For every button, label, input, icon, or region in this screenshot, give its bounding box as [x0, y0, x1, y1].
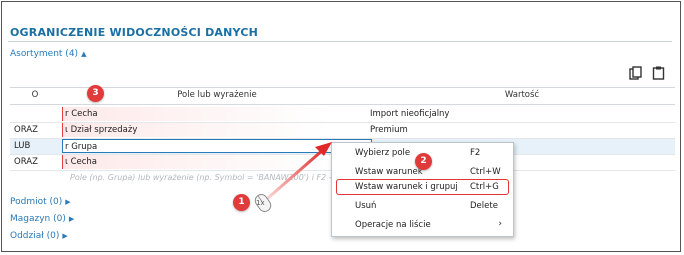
triangle-right-icon: ▶ [65, 198, 71, 206]
copy-icon[interactable] [629, 66, 642, 80]
triangle-right-icon: ▶ [62, 232, 68, 240]
row-expression-text: ι Cecha [65, 157, 98, 167]
section-asortyment-label: Asortyment (4) [10, 49, 79, 59]
table-row[interactable]: ORAZ ι Dział sprzedaży Premium [10, 123, 675, 139]
row-expression-text: r Grupa [65, 142, 98, 152]
table-row[interactable]: r Cecha Import nieoficjalny [10, 107, 675, 123]
grid-header: O Pole lub wyrażenie Wartość [10, 87, 675, 105]
menu-item-shortcut: Ctrl+G [470, 182, 499, 192]
row-expression[interactable]: ι Cecha [62, 155, 373, 169]
triangle-up-icon: ▲ [81, 50, 87, 58]
step-badge-2: 2 [415, 153, 432, 170]
menu-item-operacje-na-liscie[interactable]: Operacje na liście › [332, 217, 513, 233]
header-value: Wartość [504, 90, 540, 100]
triangle-right-icon: ▶ [68, 215, 75, 223]
title-divider [8, 41, 672, 42]
menu-item-usun[interactable]: Usuń Delete [332, 198, 513, 214]
row-operator: LUB [14, 141, 31, 151]
menu-item-label: Operacje na liście [355, 220, 431, 230]
click-count-label: 1x [256, 199, 265, 207]
row-operator: ORAZ [14, 157, 38, 167]
row-value: Import nieoficjalny [370, 109, 450, 119]
header-expression: Pole lub wyrażenie [177, 90, 257, 100]
row-expression[interactable]: ι Dział sprzedaży [62, 123, 373, 137]
menu-item-label: Wybierz pole [355, 148, 411, 158]
new-row-placeholder: Pole (np. Grupa) lub wyrażenie (np. Symb… [70, 173, 366, 182]
step-badge-1: 1 [233, 194, 250, 211]
page-title: OGRANICZENIE WIDOCZNOŚCI DANYCH [10, 26, 259, 39]
menu-item-shortcut: Ctrl+W [470, 167, 501, 177]
section-podmiot[interactable]: Podmiot (0) ▶ [10, 197, 71, 207]
menu-item-label: Wstaw warunek i grupuj [355, 182, 458, 192]
menu-item-shortcut: F2 [470, 148, 481, 158]
panel-frame: OGRANICZENIE WIDOCZNOŚCI DANYCH Asortyme… [1, 1, 681, 252]
section-asortyment[interactable]: Asortyment (4) ▲ [10, 49, 86, 59]
chevron-right-icon: › [498, 219, 502, 229]
section-magazyn-label: Magazyn (0) [10, 214, 66, 224]
section-oddzial[interactable]: Oddział (0) ▶ [10, 231, 68, 241]
menu-item-wstaw-warunek-i-grupuj[interactable]: Wstaw warunek i grupuj Ctrl+G [336, 179, 509, 195]
row-expression[interactable]: r Cecha [62, 107, 373, 121]
row-expression-editor[interactable]: r Grupa [62, 139, 372, 153]
section-podmiot-label: Podmiot (0) [10, 197, 63, 207]
row-operator: ORAZ [14, 125, 38, 135]
row-expression-text: r Cecha [65, 109, 98, 119]
row-expression-text: ι Dział sprzedaży [65, 125, 138, 135]
menu-item-shortcut: Delete [470, 201, 498, 211]
row-value: Premium [370, 125, 408, 135]
header-operator: O [31, 90, 39, 100]
menu-item-label: Wstaw warunek [355, 167, 423, 177]
section-magazyn[interactable]: Magazyn (0) ▶ [10, 214, 74, 224]
section-oddzial-label: Oddział (0) [10, 231, 60, 241]
step-badge-3: 3 [87, 85, 104, 102]
menu-item-label: Usuń [355, 201, 377, 211]
clipboard-icon[interactable] [652, 66, 665, 80]
